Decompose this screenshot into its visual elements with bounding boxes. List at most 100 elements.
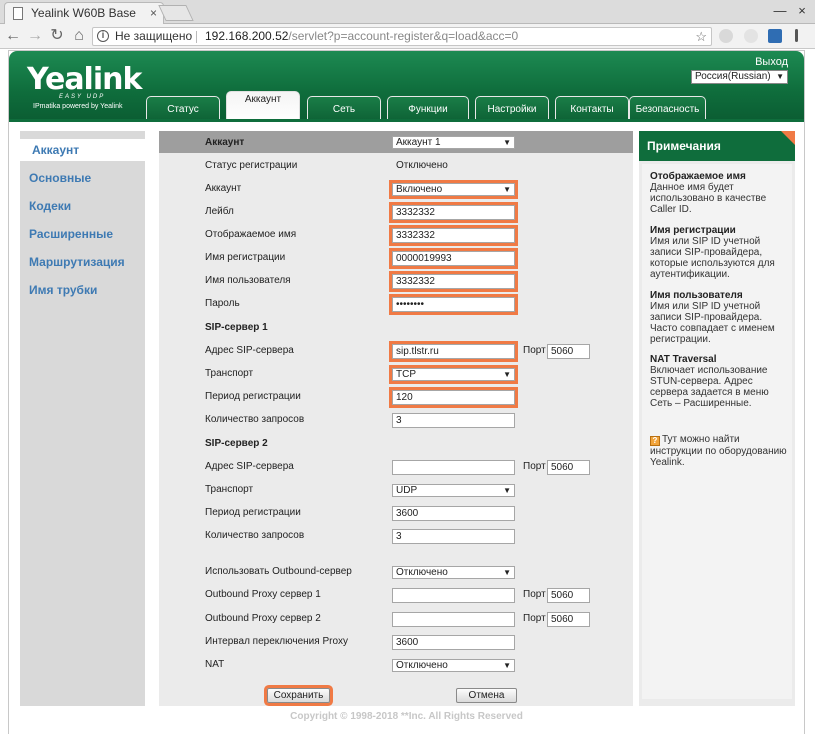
copyright: Copyright © 1998-2018 **Inc. All Rights …	[290, 711, 523, 722]
sidebar: Аккаунт Основные Кодеки Расширенные Марш…	[20, 131, 145, 706]
sip2-transport-value: UDP	[396, 485, 418, 496]
sip1-period-field[interactable]: 120	[392, 390, 515, 405]
sip1-transport-label: Транспорт	[205, 368, 254, 379]
notes-title: Примечания	[639, 131, 795, 161]
browser-tab-title: Yealink W60B Base	[31, 6, 136, 20]
tab-settings[interactable]: Настройки	[475, 96, 549, 120]
register-name-label: Имя регистрации	[205, 252, 286, 263]
extension-icon-1[interactable]	[719, 29, 733, 43]
sip2-title: SIP-сервер 2	[205, 438, 268, 449]
sip1-transport-value: TCP	[396, 369, 416, 380]
forward-icon[interactable]: →	[26, 27, 44, 45]
reload-icon[interactable]: ↻	[48, 27, 66, 45]
nat-select[interactable]: Отключено ▼	[392, 659, 515, 672]
tab-contacts[interactable]: Контакты	[555, 96, 629, 120]
sip2-transport-select[interactable]: UDP ▼	[392, 484, 515, 497]
page-favicon-icon	[13, 7, 23, 20]
browser-toolbar: ← → ↻ ⌂ i Не защищено 192.168.200.52/ser…	[0, 24, 815, 49]
tab-security[interactable]: Безопасность	[629, 96, 706, 120]
sip2-port-field[interactable]: 5060	[547, 460, 590, 475]
nat-value: Отключено	[396, 660, 448, 671]
reg-status-label: Статус регистрации	[205, 160, 298, 171]
window-close-icon[interactable]: ×	[794, 3, 810, 19]
account-state-label: Аккаунт	[205, 183, 242, 194]
account-select[interactable]: Аккаунт 1 ▼	[392, 136, 515, 149]
sip2-port-label: Порт	[523, 461, 546, 472]
extension-icon-2[interactable]	[744, 29, 758, 43]
sidebar-item-routing[interactable]: Маршрутизация	[20, 251, 145, 273]
back-icon[interactable]: ←	[4, 27, 22, 45]
sip1-port-field[interactable]: 5060	[547, 344, 590, 359]
proxy2-port-field[interactable]: 5060	[547, 612, 590, 627]
chevron-down-icon: ▼	[503, 185, 511, 194]
chevron-down-icon: ▼	[503, 138, 511, 147]
browser-tab[interactable]: Yealink W60B Base ×	[4, 2, 164, 24]
note-text-display-name: Данное имя будет использовано в качестве…	[650, 182, 767, 215]
proxy1-port-field[interactable]: 5060	[547, 588, 590, 603]
not-secure-label: Не защищено	[115, 29, 193, 43]
help-icon[interactable]: ?	[650, 436, 660, 446]
sidebar-item-advanced[interactable]: Расширенные	[20, 223, 145, 245]
tab-account[interactable]: Аккаунт	[226, 91, 300, 120]
label-field[interactable]: 3332332	[392, 205, 515, 220]
extension-icon-3[interactable]	[768, 29, 782, 43]
logout-link[interactable]: Выход	[755, 56, 788, 68]
note-text-nat: Включает использование STUN-сервера. Адр…	[650, 365, 769, 409]
address-bar[interactable]: i Не защищено 192.168.200.52/servlet?p=a…	[92, 27, 712, 46]
url-path: /servlet?p=account-register&q=load&acc=0	[288, 29, 519, 43]
sip1-port-label: Порт	[523, 345, 546, 356]
window-minimize-icon[interactable]: —	[772, 3, 788, 19]
sidebar-item-codecs[interactable]: Кодеки	[20, 195, 145, 217]
proxy2-field[interactable]	[392, 612, 515, 627]
sip2-period-field[interactable]: 3600	[392, 506, 515, 521]
display-name-field[interactable]: 3332332	[392, 228, 515, 243]
language-value: Россия(Russian)	[695, 71, 771, 82]
sip2-retries-field[interactable]: 3	[392, 529, 515, 544]
sip1-title: SIP-сервер 1	[205, 322, 268, 333]
url-text: 192.168.200.52/servlet?p=account-registe…	[205, 28, 518, 45]
url-host: 192.168.200.52	[205, 29, 289, 43]
notes-corner-decoration	[781, 131, 795, 145]
sidebar-item-handset-name[interactable]: Имя трубки	[20, 279, 145, 301]
note-title-nat: NAT Traversal	[650, 354, 717, 365]
language-select[interactable]: Россия(Russian) ▼	[691, 70, 788, 84]
cancel-button[interactable]: Отмена	[456, 688, 517, 703]
username-label: Имя пользователя	[205, 275, 291, 286]
password-label: Пароль	[205, 298, 240, 309]
home-icon[interactable]: ⌂	[70, 27, 88, 45]
logo-tagline: EASY UDP	[59, 94, 106, 100]
password-field[interactable]: ••••••••	[392, 297, 515, 312]
browser-menu-icon[interactable]	[795, 29, 798, 42]
sip1-transport-select[interactable]: TCP ▼	[392, 368, 515, 381]
bookmark-star-icon[interactable]: ☆	[695, 28, 707, 45]
sip1-server-field[interactable]: sip.tlstr.ru	[392, 344, 515, 359]
account-label: Аккаунт	[205, 137, 245, 148]
web-page: Yealink EASY UDP IPmatika powered by Yea…	[8, 50, 805, 734]
tab-status[interactable]: Статус	[146, 96, 220, 120]
chevron-down-icon: ▼	[503, 486, 511, 495]
proxy1-field[interactable]	[392, 588, 515, 603]
browser-tabbar: Yealink W60B Base × — ×	[0, 0, 815, 24]
proxy1-port-label: Порт	[523, 589, 546, 600]
sidebar-item-account[interactable]: Аккаунт	[20, 139, 145, 161]
save-button[interactable]: Сохранить	[267, 688, 330, 703]
yealink-logo: Yealink	[27, 62, 142, 97]
username-field[interactable]: 3332332	[392, 274, 515, 289]
tab-features[interactable]: Функции	[387, 96, 469, 120]
outbound-select[interactable]: Отключено ▼	[392, 566, 515, 579]
chevron-down-icon: ▼	[503, 568, 511, 577]
note-help: ? Тут можно найти инструкции по оборудова…	[650, 434, 792, 468]
sip1-retries-label: Количество запросов	[205, 414, 305, 425]
register-name-field[interactable]: 0000019993	[392, 251, 515, 266]
sidebar-item-basic[interactable]: Основные	[20, 167, 145, 189]
nat-label: NAT	[205, 659, 225, 670]
reg-status-value: Отключено	[396, 160, 448, 171]
account-state-select[interactable]: Включено ▼	[392, 183, 515, 196]
tab-close-icon[interactable]: ×	[150, 3, 157, 23]
proxy-interval-field[interactable]: 3600	[392, 635, 515, 650]
sip2-server-field[interactable]	[392, 460, 515, 475]
sip1-period-label: Период регистрации	[205, 391, 301, 402]
tab-network[interactable]: Сеть	[307, 96, 381, 120]
info-icon[interactable]: i	[97, 30, 109, 42]
sip1-retries-field[interactable]: 3	[392, 413, 515, 428]
